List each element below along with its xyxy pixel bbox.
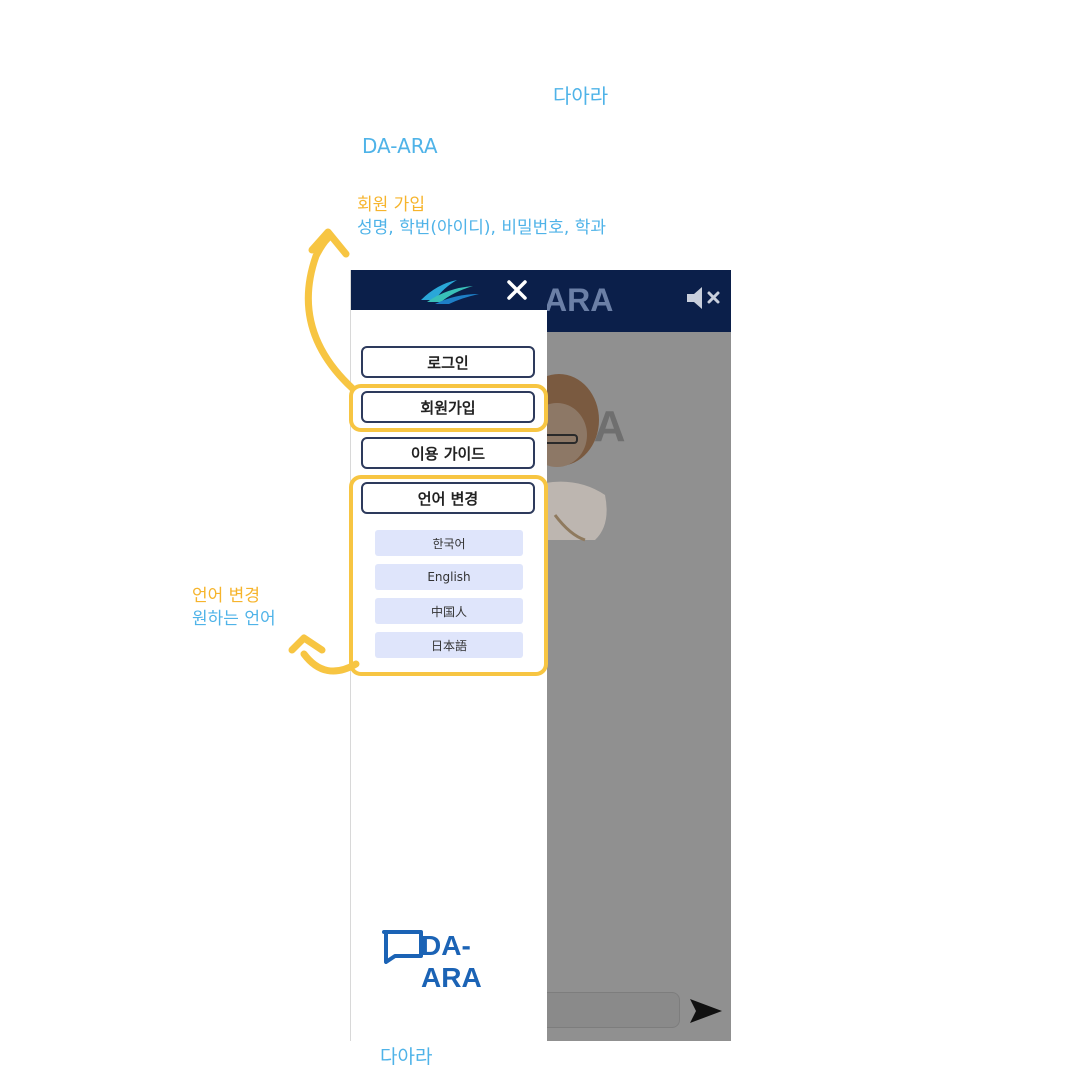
annotation-brand-name: DA-ARA xyxy=(362,134,438,158)
annotation-language-title: 언어 변경 xyxy=(192,586,260,606)
login-button[interactable]: 로그인 xyxy=(361,346,535,378)
close-button[interactable] xyxy=(501,274,533,306)
language-highlight-box xyxy=(349,475,548,676)
footer-logo: DA-ARA xyxy=(381,920,521,993)
language-arrowhead xyxy=(288,634,326,654)
speech-bubble-logo-icon xyxy=(382,930,423,964)
close-icon xyxy=(507,280,527,300)
annotation-language: 언어 변경 원하는 언어 xyxy=(192,585,276,631)
annotation-top-title: 다아라 xyxy=(553,84,609,108)
signup-arrowhead xyxy=(308,228,350,258)
header-brand-logo: ARA xyxy=(544,282,614,318)
annotation-signup-desc: 성명, 학번(아이디), 비밀번호, 학과 xyxy=(357,218,607,238)
annotation-signup-title: 회원 가입 xyxy=(357,195,425,215)
send-icon[interactable] xyxy=(688,996,724,1026)
avatar-character xyxy=(545,374,607,542)
signup-highlight-box xyxy=(349,384,548,432)
signup-arrow xyxy=(304,234,356,392)
annotation-language-desc: 원하는 언어 xyxy=(192,609,276,629)
annotation-signup: 회원 가입 성명, 학번(아이디), 비밀번호, 학과 xyxy=(357,194,606,240)
drawer-header xyxy=(351,270,547,310)
volume-mute-icon[interactable] xyxy=(685,284,723,312)
wave-logo-icon xyxy=(421,280,479,304)
annotation-bottom-title: 다아라 xyxy=(380,1046,433,1068)
footer-logo-text: DA-ARA xyxy=(421,930,482,993)
user-guide-button[interactable]: 이용 가이드 xyxy=(361,437,535,469)
